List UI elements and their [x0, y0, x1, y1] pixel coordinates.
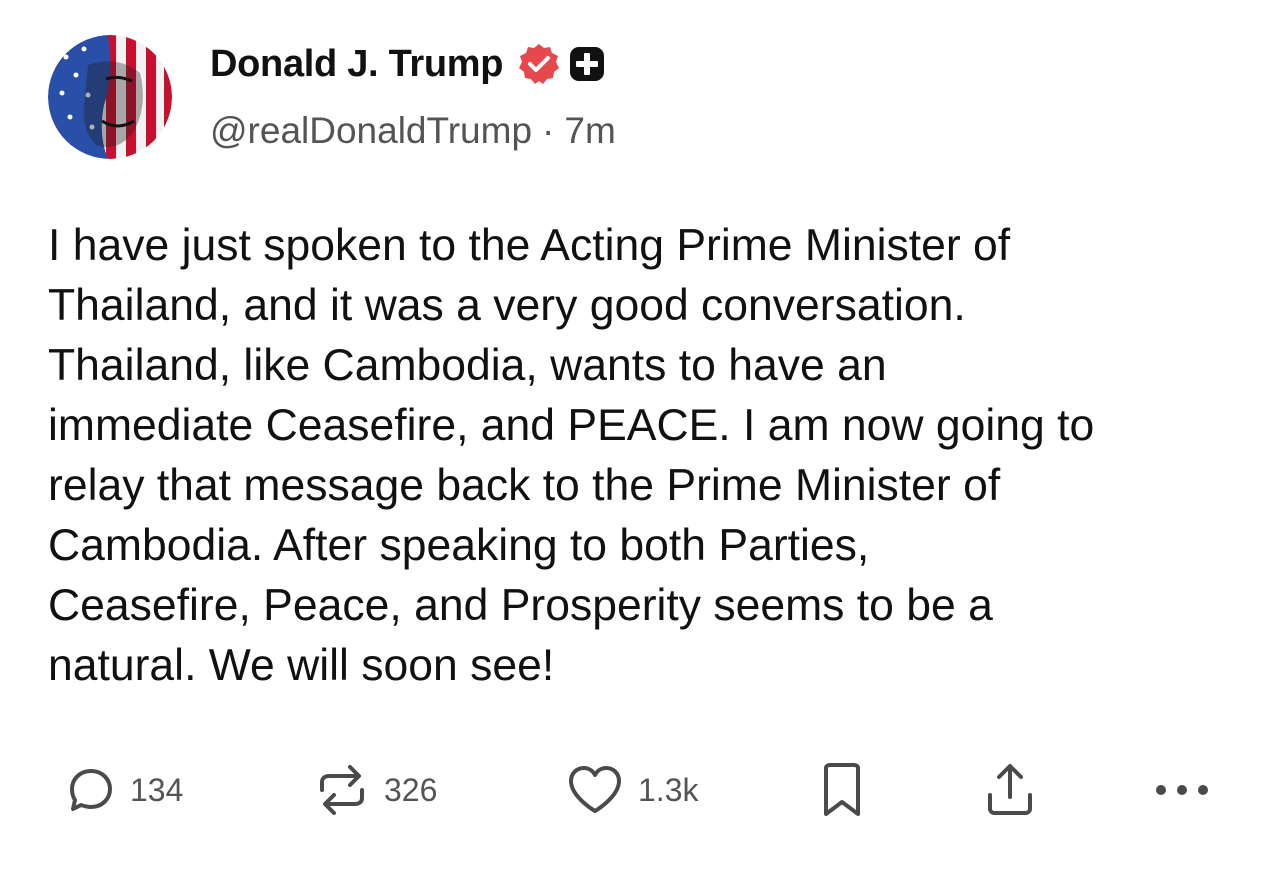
meta-separator: ·	[542, 110, 555, 151]
reply-count: 134	[130, 771, 184, 808]
bookmark-icon	[820, 762, 864, 818]
repost-button[interactable]: 326	[314, 755, 437, 825]
reply-button[interactable]: 134	[66, 755, 183, 825]
share-button[interactable]	[984, 755, 1036, 825]
avatar[interactable]	[48, 35, 172, 159]
post-timestamp[interactable]: 7m	[564, 110, 615, 151]
like-button[interactable]: 1.3k	[566, 755, 698, 825]
author-name-row: Donald J. Trump	[210, 36, 605, 92]
verified-badge-icon	[517, 42, 561, 86]
like-count: 1.3k	[638, 771, 699, 808]
author-meta-row: @realDonaldTrump · 7m	[210, 110, 616, 152]
repost-count: 326	[384, 771, 438, 808]
plus-badge-icon	[569, 46, 605, 82]
more-icon	[1152, 780, 1212, 800]
repost-icon	[314, 760, 370, 820]
avatar-image	[48, 35, 172, 159]
reply-icon	[66, 765, 116, 815]
bookmark-button[interactable]	[820, 755, 864, 825]
author-display-name[interactable]: Donald J. Trump	[210, 43, 504, 86]
share-icon	[984, 761, 1036, 819]
post-card: Donald J. Trump @realDonaldTrump · 7m I ha…	[0, 0, 1280, 870]
author-handle[interactable]: @realDonaldTrump	[210, 110, 532, 151]
more-options-button[interactable]	[1152, 755, 1212, 825]
post-body-text: I have just spoken to the Acting Prime M…	[48, 221, 1095, 690]
post-action-bar: 134 326 1.3k	[0, 755, 1280, 825]
heart-icon	[566, 763, 624, 817]
